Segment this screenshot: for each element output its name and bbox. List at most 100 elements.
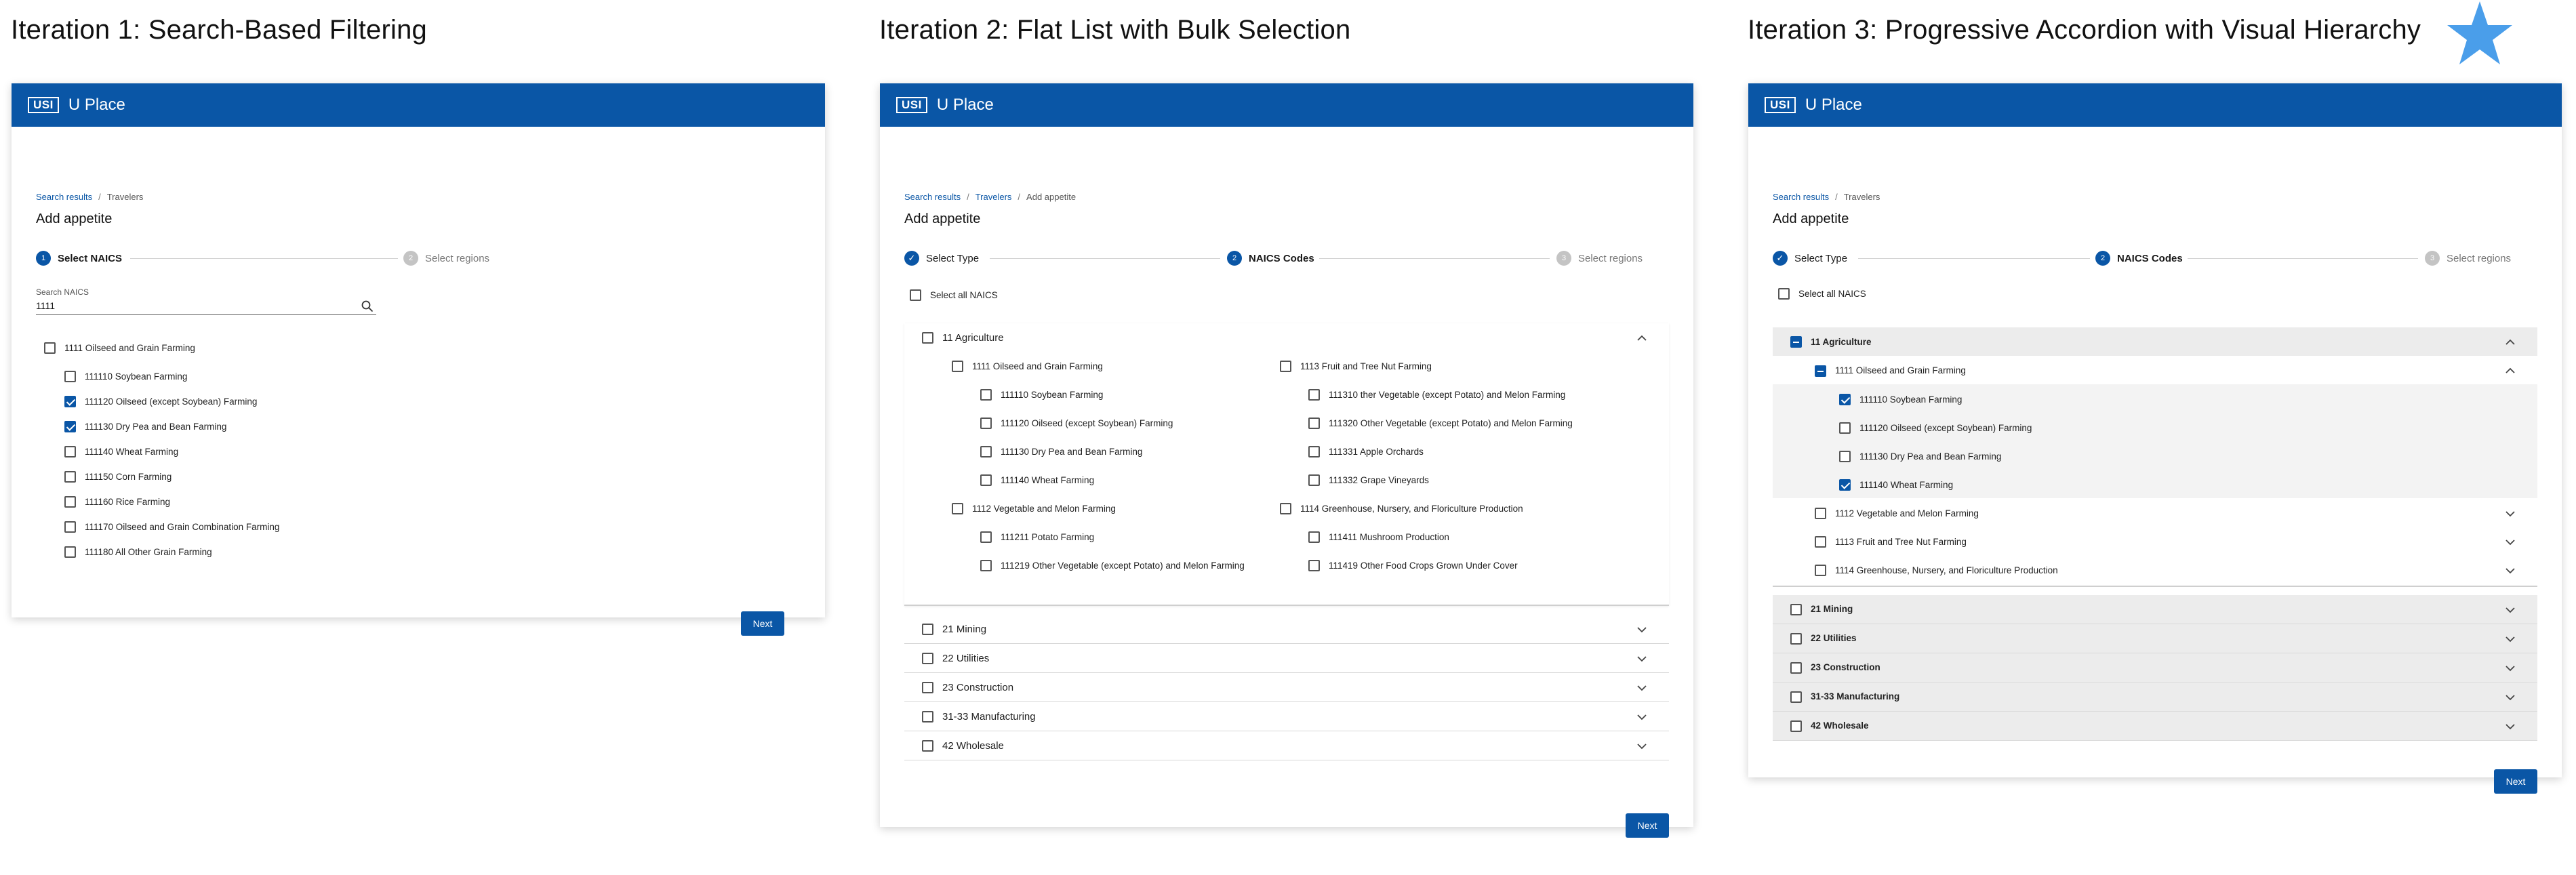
sector-checkbox[interactable]: [1790, 633, 1802, 645]
next-button[interactable]: Next: [1626, 813, 1669, 838]
group-1111-checkbox[interactable]: [1815, 365, 1826, 377]
next-button[interactable]: Next: [741, 611, 784, 636]
naics-group-checkbox[interactable]: [1280, 503, 1291, 514]
naics-group-label[interactable]: 1114 Greenhouse, Nursery, and Floricultu…: [1300, 504, 1523, 514]
sector-label[interactable]: 31-33 Manufacturing: [942, 711, 1036, 723]
breadcrumb-search-results[interactable]: Search results: [36, 192, 92, 202]
naics-item-checkbox[interactable]: [1839, 479, 1851, 491]
step-select-regions[interactable]: 3 Select regions: [2425, 251, 2511, 266]
sector-checkbox[interactable]: [922, 740, 933, 752]
naics-item-checkbox[interactable]: [980, 531, 992, 543]
naics-item-checkbox[interactable]: [64, 521, 76, 533]
agriculture-header[interactable]: [1773, 327, 2537, 356]
chevron-up-icon[interactable]: [2503, 338, 2517, 347]
group-checkbox[interactable]: [44, 342, 56, 354]
chevron-down-icon[interactable]: [2503, 509, 2517, 518]
naics-item-checkbox[interactable]: [64, 396, 76, 407]
sector-row[interactable]: [1773, 653, 2537, 683]
step-select-regions[interactable]: 2 Select regions: [403, 251, 489, 266]
naics-item-checkbox[interactable]: [64, 421, 76, 432]
search-icon[interactable]: [361, 300, 374, 312]
sector-label[interactable]: 22 Utilities: [1811, 633, 1857, 643]
sector-row[interactable]: [1773, 624, 2537, 653]
sector-label[interactable]: 21 Mining: [942, 624, 986, 635]
naics-item-checkbox[interactable]: [980, 418, 992, 429]
sector-row[interactable]: [1773, 712, 2537, 741]
agriculture-label[interactable]: 11 Agriculture: [942, 332, 1004, 344]
naics-item-checkbox[interactable]: [1839, 394, 1851, 405]
naics-group-label[interactable]: 1111 Oilseed and Grain Farming: [972, 361, 1103, 371]
group-1111-label[interactable]: 1111 Oilseed and Grain Farming: [1835, 365, 1966, 375]
select-all-checkbox[interactable]: [910, 289, 921, 301]
sector-checkbox[interactable]: [1790, 720, 1802, 732]
naics-group-checkbox[interactable]: [1280, 361, 1291, 372]
chevron-down-icon[interactable]: [1635, 712, 1649, 722]
naics-item-checkbox[interactable]: [64, 371, 76, 382]
sector-checkbox[interactable]: [1790, 691, 1802, 703]
naics-item-checkbox[interactable]: [980, 446, 992, 457]
naics-group-label[interactable]: 1112 Vegetable and Melon Farming: [1835, 508, 1979, 518]
naics-item-checkbox[interactable]: [64, 496, 76, 508]
chevron-down-icon[interactable]: [2503, 693, 2517, 702]
sector-checkbox[interactable]: [1790, 662, 1802, 674]
search-input[interactable]: 1111: [36, 299, 376, 315]
chevron-down-icon[interactable]: [1635, 741, 1649, 751]
chevron-down-icon[interactable]: [2503, 566, 2517, 575]
chevron-up-icon[interactable]: [2503, 366, 2517, 375]
sector-checkbox[interactable]: [922, 653, 933, 664]
sector-checkbox[interactable]: [922, 682, 933, 693]
chevron-down-icon[interactable]: [2503, 634, 2517, 644]
naics-item-checkbox[interactable]: [1839, 451, 1851, 462]
chevron-down-icon[interactable]: [2503, 664, 2517, 673]
naics-item-checkbox[interactable]: [64, 446, 76, 457]
chevron-down-icon[interactable]: [1635, 683, 1649, 693]
sector-checkbox[interactable]: [1790, 604, 1802, 615]
sector-label[interactable]: 31-33 Manufacturing: [1811, 691, 1899, 701]
sector-row[interactable]: [1773, 595, 2537, 624]
sector-label[interactable]: 23 Construction: [1811, 662, 1880, 672]
naics-item-checkbox[interactable]: [1308, 531, 1320, 543]
naics-item-checkbox[interactable]: [64, 546, 76, 558]
step-select-naics[interactable]: 1 Select NAICS: [36, 251, 122, 266]
naics-item-checkbox[interactable]: [980, 389, 992, 401]
sector-checkbox[interactable]: [922, 624, 933, 635]
step-select-regions[interactable]: 3 Select regions: [1556, 251, 1643, 266]
naics-item-checkbox[interactable]: [1839, 422, 1851, 434]
naics-item-checkbox[interactable]: [980, 474, 992, 486]
naics-group-label[interactable]: 1112 Vegetable and Melon Farming: [972, 504, 1116, 514]
select-all-checkbox[interactable]: [1778, 288, 1790, 300]
sector-label[interactable]: 23 Construction: [942, 682, 1013, 693]
breadcrumb-search-results[interactable]: Search results: [1773, 192, 1829, 202]
step-naics-codes[interactable]: 2 NAICS Codes: [2095, 251, 2183, 266]
next-button[interactable]: Next: [2494, 769, 2537, 794]
naics-item-checkbox[interactable]: [1308, 474, 1320, 486]
naics-group-checkbox[interactable]: [952, 361, 963, 372]
naics-group-checkbox[interactable]: [952, 503, 963, 514]
naics-item-checkbox[interactable]: [64, 471, 76, 483]
agriculture-checkbox[interactable]: [922, 332, 933, 344]
sector-label[interactable]: 42 Wholesale: [1811, 720, 1869, 731]
chevron-down-icon[interactable]: [2503, 605, 2517, 615]
agriculture-checkbox[interactable]: [1790, 336, 1802, 348]
naics-item-checkbox[interactable]: [1308, 418, 1320, 429]
agriculture-label[interactable]: 11 Agriculture: [1811, 337, 1872, 347]
naics-group-checkbox[interactable]: [1815, 565, 1826, 576]
naics-item-checkbox[interactable]: [980, 560, 992, 571]
breadcrumb-travelers[interactable]: Travelers: [975, 192, 1012, 202]
naics-group-label[interactable]: 1113 Fruit and Tree Nut Farming: [1835, 537, 1967, 547]
sector-label[interactable]: 22 Utilities: [942, 653, 989, 664]
naics-group-label[interactable]: 1114 Greenhouse, Nursery, and Floricultu…: [1835, 565, 2058, 575]
naics-group-checkbox[interactable]: [1815, 508, 1826, 519]
sector-label[interactable]: 21 Mining: [1811, 604, 1853, 614]
chevron-up-icon[interactable]: [1635, 333, 1649, 343]
step-select-type[interactable]: ✓ Select Type: [1773, 251, 1847, 266]
chevron-down-icon[interactable]: [2503, 537, 2517, 547]
step-naics-codes[interactable]: 2 NAICS Codes: [1227, 251, 1314, 266]
sector-label[interactable]: 42 Wholesale: [942, 740, 1004, 752]
naics-item-checkbox[interactable]: [1308, 446, 1320, 457]
breadcrumb-search-results[interactable]: Search results: [904, 192, 961, 202]
sector-checkbox[interactable]: [922, 711, 933, 723]
chevron-down-icon[interactable]: [1635, 654, 1649, 664]
chevron-down-icon[interactable]: [1635, 625, 1649, 634]
naics-group-checkbox[interactable]: [1815, 536, 1826, 548]
